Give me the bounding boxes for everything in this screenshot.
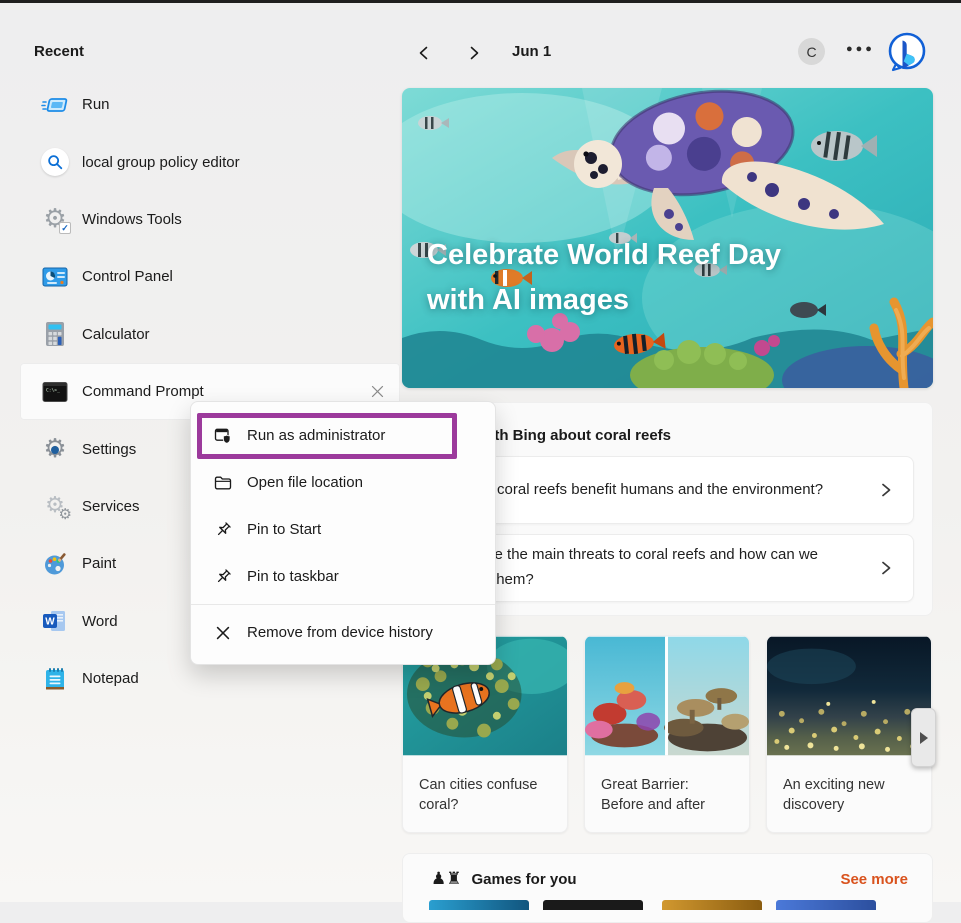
paint-icon [40,549,70,579]
menu-item-label: Open file location [247,474,363,491]
news-card-caption: Great Barrier: Before and after [585,761,749,816]
pin-icon [213,520,233,540]
games-section: ♟♜ Games for you See more [402,853,933,923]
recent-item-label: Run [82,96,110,113]
recent-item-label: Word [82,613,118,630]
settings-icon: ⚙ [40,434,70,464]
see-more-link[interactable]: See more [840,871,908,888]
recent-item-local-group-policy-editor[interactable]: local group policy editor [20,133,400,190]
recent-item-label: Notepad [82,670,139,687]
calculator-icon [40,319,70,349]
services-icon: ⚙⚙ [40,491,70,521]
command-prompt-icon: C:\>_ [40,377,70,407]
recent-item-run[interactable]: Run [20,76,400,133]
recent-item-calculator[interactable]: Calculator [20,306,400,363]
recent-item-label: Command Prompt [82,383,204,400]
menu-item-open-file-location[interactable]: Open file location [191,459,495,506]
play-right-icon [920,732,928,744]
svg-text:W: W [45,617,55,628]
menu-item-remove-from-device-history[interactable]: Remove from device history [191,609,495,656]
folder-icon [213,473,233,493]
menu-item-label: Remove from device history [247,624,433,641]
chevron-right-icon [879,560,893,576]
before-after-thumbnail [585,636,749,756]
recent-item-control-panel[interactable]: Control Panel [20,248,400,305]
menu-item-pin-to-start[interactable]: Pin to Start [191,506,495,553]
hero-banner[interactable]: Celebrate World Reef Day with AI images … [402,88,933,388]
recent-item-label: Settings [82,441,136,458]
news-card-caption: An exciting new discovery [767,761,931,816]
recent-heading: Recent [34,43,84,60]
recent-item-label: Paint [82,555,116,572]
menu-item-label: Pin to Start [247,521,321,538]
carousel-next-button[interactable] [911,708,936,767]
close-icon [213,623,233,643]
recent-item-label: local group policy editor [82,154,240,171]
menu-item-run-as-administrator[interactable]: Run as administrator [191,412,495,459]
pin-icon [213,567,233,587]
menu-divider [191,604,495,605]
word-icon: W [40,606,70,636]
chess-pieces-icon: ♟♜ [431,871,461,888]
games-title: Games for you [471,871,576,888]
recent-item-label: Control Panel [82,268,173,285]
run-as-administrator-icon [213,426,233,446]
recent-item-label: Calculator [82,326,150,343]
close-icon [371,385,384,398]
question-text: What are the main threats to coral reefs… [442,543,834,593]
news-card-caption: Can cities confuse coral? [403,761,567,816]
news-card-discovery[interactable]: An exciting new discovery [766,635,932,833]
control-panel-icon [40,262,70,292]
notepad-icon [40,664,70,694]
svg-text:C:\>_: C:\>_ [46,387,60,393]
recent-item-label: Services [82,498,140,515]
chevron-right-icon [879,482,893,498]
recent-item-windows-tools[interactable]: ⚙✓ Windows Tools [20,191,400,248]
news-card-great-barrier[interactable]: Great Barrier: Before and after [584,635,750,833]
menu-item-label: Run as administrator [247,427,385,444]
hero-title: Celebrate World Reef Day with AI images [427,233,781,323]
menu-item-label: Pin to taskbar [247,568,339,585]
remove-recent-button[interactable] [368,383,386,401]
question-text: How do coral reefs benefit humans and th… [442,478,834,503]
menu-item-pin-to-taskbar[interactable]: Pin to taskbar [191,553,495,600]
deep-sea-thumbnail [767,636,931,756]
context-menu: Run as administrator Open file location … [190,401,496,665]
windows-tools-icon: ⚙✓ [40,204,70,234]
search-icon [40,147,70,177]
qa-section-header: Chat with Bing about coral reefs [441,427,914,444]
run-icon [40,90,70,120]
recent-item-label: Windows Tools [82,211,182,228]
